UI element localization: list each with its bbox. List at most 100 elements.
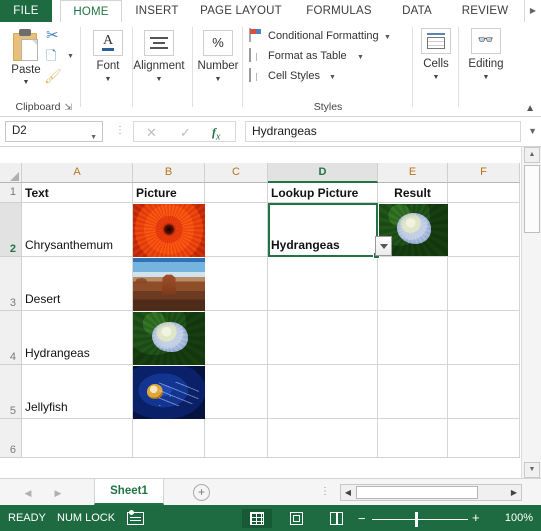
underlined-a-icon[interactable]: A (93, 30, 123, 56)
cell-c2[interactable] (205, 203, 268, 257)
add-sheet-icon[interactable]: + (193, 484, 210, 501)
tab-page-layout[interactable]: PAGE LAYOUT (190, 0, 292, 22)
paste-button[interactable]: Paste ▼ (2, 64, 50, 86)
vertical-scrollbar[interactable]: ▲ ▼ (521, 147, 541, 478)
cell-b6[interactable] (133, 419, 205, 458)
picture-jellyfish[interactable] (133, 366, 205, 419)
cell-f1[interactable] (448, 183, 520, 203)
conditional-formatting-button[interactable]: Conditional Formatting ▼ (249, 28, 407, 46)
sheet-tab-sheet1[interactable]: Sheet1 (94, 479, 164, 505)
normal-view-button[interactable] (242, 509, 272, 528)
picture-desert[interactable] (133, 258, 205, 311)
cell-d3[interactable] (268, 257, 378, 311)
scroll-left-icon[interactable]: ◀ (341, 485, 355, 500)
row-header-5[interactable]: 5 (0, 365, 22, 419)
scroll-up-icon[interactable]: ▲ (524, 147, 540, 163)
paste-icon[interactable] (11, 28, 41, 62)
nav-next-icon[interactable]: ▶ (50, 486, 66, 500)
cell-e5[interactable] (378, 365, 448, 419)
format-as-table-chevron-down-icon[interactable]: ▼ (357, 54, 364, 61)
horizontal-scroll-thumb[interactable] (356, 486, 478, 499)
nav-prev-icon[interactable]: ◀ (20, 486, 36, 500)
zoom-in-button[interactable]: + (472, 510, 480, 525)
paintbrush-icon[interactable]: 🖌 (44, 68, 66, 84)
name-box-chevron-down-icon[interactable]: ▼ (90, 128, 97, 147)
cell-a6[interactable] (22, 419, 133, 458)
cell-a3[interactable]: Desert (22, 257, 133, 311)
cell-e1[interactable]: Result (378, 183, 448, 203)
row-header-3[interactable]: 3 (0, 257, 22, 311)
align-center-icon[interactable] (144, 30, 174, 56)
row-header-1[interactable]: 1 (0, 183, 22, 203)
cancel-x-icon[interactable]: ✕ (146, 125, 157, 141)
zoom-slider-thumb[interactable] (415, 512, 418, 527)
scroll-down-icon[interactable]: ▼ (524, 462, 540, 478)
zoom-out-button[interactable]: − (358, 511, 366, 526)
column-header-f[interactable]: F (448, 163, 520, 183)
percent-icon[interactable]: % (203, 30, 233, 56)
copy-chevron-down-icon[interactable]: ▼ (67, 53, 74, 60)
cell-styles-chevron-down-icon[interactable]: ▼ (329, 74, 336, 81)
cells-button[interactable]: Cells ▼ (414, 58, 458, 81)
tab-scroll-right-icon[interactable]: ▶ (524, 0, 541, 22)
number-button[interactable]: Number ▼ (194, 60, 242, 83)
font-chevron-down-icon[interactable]: ▼ (84, 76, 132, 83)
scissors-icon[interactable]: ✂ (46, 28, 64, 44)
editing-chevron-down-icon[interactable]: ▼ (460, 74, 512, 81)
cell-b1[interactable]: Picture (133, 183, 205, 203)
cell-c4[interactable] (205, 311, 268, 365)
cell-e6[interactable] (378, 419, 448, 458)
horizontal-scrollbar[interactable]: ◀ ▶ (340, 484, 522, 501)
tab-review[interactable]: REVIEW (450, 0, 520, 22)
confirm-check-icon[interactable]: ✓ (180, 125, 191, 141)
editing-button[interactable]: Editing ▼ (460, 58, 512, 81)
format-as-table-button[interactable]: Format as Table ▼ (249, 48, 407, 66)
row-header-2[interactable]: 2 (0, 203, 22, 257)
select-all-corner[interactable] (0, 163, 22, 183)
cell-d6[interactable] (268, 419, 378, 458)
ribbon-collapse-icon[interactable]: ▲ (525, 103, 535, 114)
tab-formulas[interactable]: FORMULAS (294, 0, 384, 22)
cell-c6[interactable] (205, 419, 268, 458)
column-header-b[interactable]: B (133, 163, 205, 183)
font-button[interactable]: Font ▼ (84, 60, 132, 83)
cell-a4[interactable]: Hydrangeas (22, 311, 133, 365)
cell-a5[interactable]: Jellyfish (22, 365, 133, 419)
cell-c5[interactable] (205, 365, 268, 419)
page-break-view-button[interactable] (322, 509, 352, 528)
zoom-slider-track[interactable] (372, 519, 468, 520)
dialog-launcher-icon[interactable]: ⇲ (64, 102, 72, 113)
cell-d4[interactable] (268, 311, 378, 365)
tab-split-handle[interactable]: ⋮ (320, 486, 330, 497)
cell-f2[interactable] (448, 203, 520, 257)
tab-insert[interactable]: INSERT (124, 0, 190, 22)
cell-c1[interactable] (205, 183, 268, 203)
cell-a1[interactable]: Text (22, 183, 133, 203)
scroll-right-icon[interactable]: ▶ (507, 485, 521, 500)
name-box[interactable]: D2 ▼ (5, 121, 103, 142)
number-chevron-down-icon[interactable]: ▼ (194, 76, 242, 83)
column-header-e[interactable]: E (378, 163, 448, 183)
cell-a2[interactable]: Chrysanthemum (22, 203, 133, 257)
cell-f4[interactable] (448, 311, 520, 365)
tab-data[interactable]: DATA (386, 0, 448, 22)
cells-insert-icon[interactable] (421, 28, 451, 54)
paste-chevron-down-icon[interactable]: ▼ (2, 79, 50, 86)
row-header-4[interactable]: 4 (0, 311, 22, 365)
alignment-button[interactable]: Alignment ▼ (126, 60, 192, 83)
cell-styles-button[interactable]: Cell Styles ▼ (249, 68, 407, 86)
macro-record-icon[interactable] (127, 510, 144, 525)
picture-hydrangeas[interactable] (133, 312, 205, 365)
formula-bar-handle[interactable]: ⋮ (115, 125, 125, 136)
vertical-scroll-thumb[interactable] (524, 165, 540, 233)
cell-d1[interactable]: Lookup Picture (268, 183, 378, 203)
column-header-a[interactable]: A (22, 163, 133, 183)
data-validation-dropdown-icon[interactable] (375, 236, 392, 256)
copy-icon[interactable]: 🗋 (46, 48, 64, 64)
cell-c3[interactable] (205, 257, 268, 311)
fx-icon[interactable]: fx (212, 125, 220, 142)
cell-f6[interactable] (448, 419, 520, 458)
column-header-c[interactable]: C (205, 163, 268, 183)
conditional-formatting-chevron-down-icon[interactable]: ▼ (384, 34, 391, 41)
tab-file[interactable]: FILE (0, 0, 52, 22)
